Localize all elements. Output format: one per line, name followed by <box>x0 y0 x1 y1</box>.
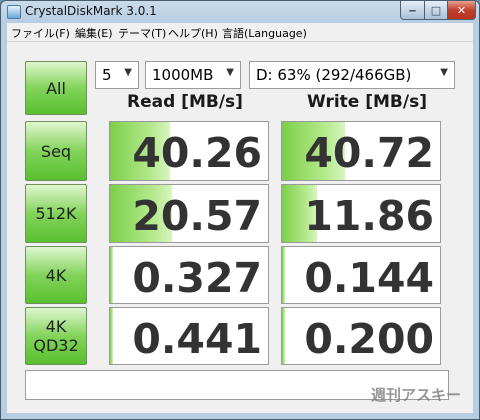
window-title: CrystalDiskMark 3.0.1 <box>25 4 157 18</box>
all-button[interactable]: All <box>25 61 87 115</box>
4k-test-button[interactable]: 4K <box>25 246 87 304</box>
seq-read-value: 40.26 <box>132 129 262 177</box>
4k-read-result: 0.327 <box>109 246 269 304</box>
menu-bar: ファイル(F) 編集(E) テーマ(T) ヘルプ(H) 言語(Language) <box>7 23 473 42</box>
4k-qd32-write-value: 0.200 <box>304 315 434 363</box>
512k-read-result: 20.57 <box>109 184 269 243</box>
minimize-button[interactable]: ‒ <box>400 1 425 20</box>
4k-qd32-read-bar <box>110 308 114 364</box>
drive-select[interactable]: D: 63% (292/466GB) ▼ <box>249 61 455 89</box>
main-panel: All 5 ▼ 1000MB ▼ D: 63% (292/466GB) ▼ Re… <box>7 42 473 413</box>
4k-read-value: 0.327 <box>132 254 262 302</box>
test-size-select[interactable]: 1000MB ▼ <box>145 61 241 89</box>
512k-test-button[interactable]: 512K <box>25 184 87 243</box>
publisher-watermark: 週刊アスキー <box>370 386 461 404</box>
close-button[interactable]: ✕ <box>447 1 476 20</box>
seq-test-button[interactable]: Seq <box>25 121 87 181</box>
4k-qd32-read-value: 0.441 <box>132 315 262 363</box>
test-count-value: 5 <box>102 66 112 84</box>
512k-write-value: 11.86 <box>304 192 434 240</box>
menu-edit[interactable]: 編集(E) <box>75 25 113 41</box>
menu-help[interactable]: ヘルプ(H) <box>168 25 218 41</box>
chevron-down-icon: ▼ <box>440 67 448 78</box>
seq-write-value: 40.72 <box>304 129 434 177</box>
menu-theme[interactable]: テーマ(T) <box>118 25 166 41</box>
app-icon <box>7 5 21 19</box>
4k-read-bar <box>110 247 114 303</box>
seq-read-result: 40.26 <box>109 121 269 181</box>
seq-write-result: 40.72 <box>281 121 441 181</box>
4k-write-value: 0.144 <box>304 254 434 302</box>
4k-qd32-write-bar <box>282 308 286 364</box>
4k-write-result: 0.144 <box>281 246 441 304</box>
512k-read-value: 20.57 <box>132 192 262 240</box>
test-count-select[interactable]: 5 ▼ <box>95 61 139 89</box>
app-window: CrystalDiskMark 3.0.1 ‒ □ ✕ ファイル(F) 編集(E… <box>0 0 480 420</box>
menu-file[interactable]: ファイル(F) <box>11 25 70 41</box>
4k-write-bar <box>282 247 286 303</box>
read-header: Read [MB/s] <box>127 92 243 112</box>
title-bar[interactable]: CrystalDiskMark 3.0.1 ‒ □ ✕ <box>1 1 479 23</box>
4k-qd32-test-button[interactable]: 4K QD32 <box>25 307 87 365</box>
drive-value: D: 63% (292/466GB) <box>256 66 412 84</box>
test-size-value: 1000MB <box>152 66 214 84</box>
4k-qd32-read-result: 0.441 <box>109 307 269 365</box>
maximize-button[interactable]: □ <box>424 1 448 20</box>
512k-write-result: 11.86 <box>281 184 441 243</box>
menu-language[interactable]: 言語(Language) <box>222 25 307 41</box>
4k-qd32-write-result: 0.200 <box>281 307 441 365</box>
chevron-down-icon: ▼ <box>226 67 234 78</box>
chevron-down-icon: ▼ <box>124 67 132 78</box>
write-header: Write [MB/s] <box>307 92 427 112</box>
